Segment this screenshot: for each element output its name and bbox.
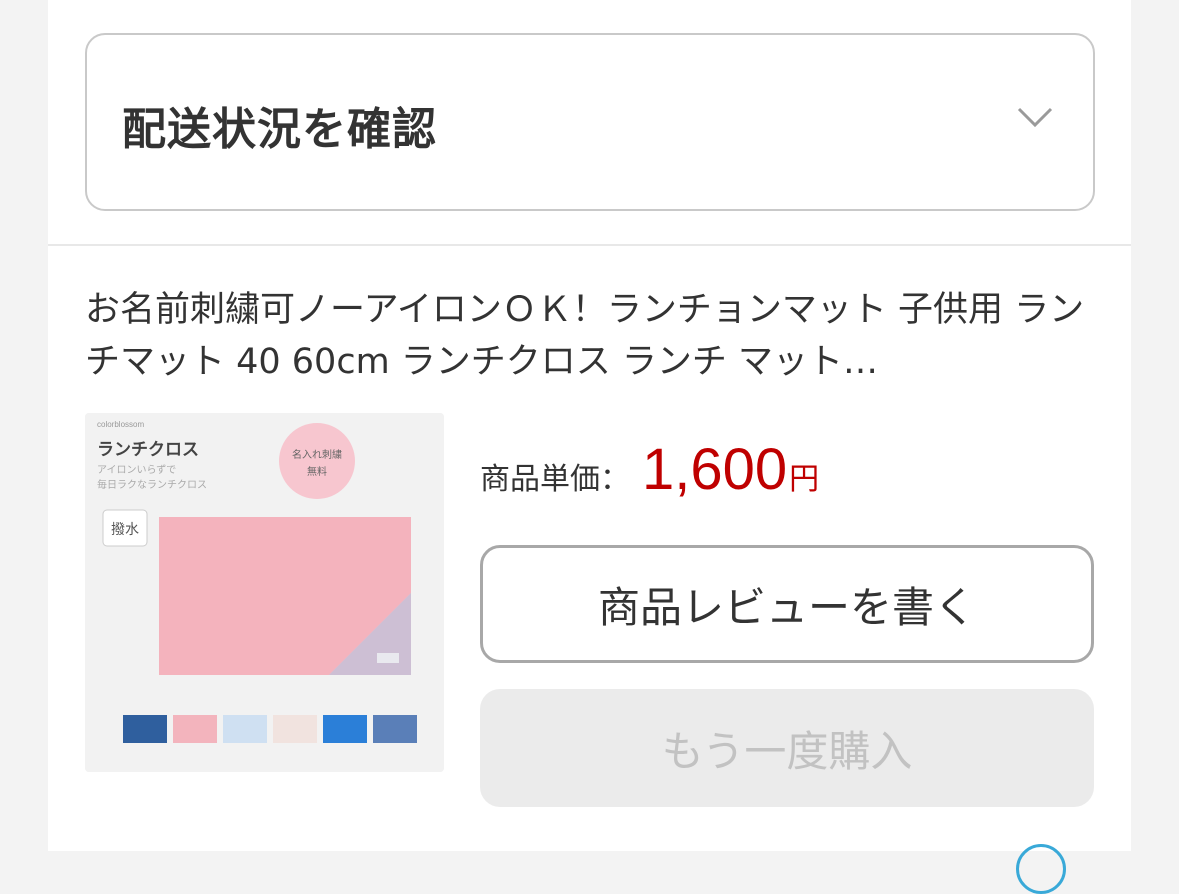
- swatch-5: [323, 715, 367, 743]
- write-review-button[interactable]: 商品レビューを書く: [480, 545, 1094, 663]
- section-divider: [48, 244, 1131, 246]
- thumb-badge-line2: 無料: [307, 465, 327, 478]
- unit-price: 商品単価： 1,600 円: [480, 436, 819, 506]
- shipping-status-accordion[interactable]: 配送状況を確認: [85, 33, 1095, 211]
- shipping-status-title: 配送状況を確認: [122, 104, 437, 155]
- thumb-heading: ランチクロス: [97, 440, 199, 460]
- price-value: 1,600: [642, 437, 788, 502]
- thumb-badge: [279, 423, 355, 499]
- swatch-3: [223, 715, 267, 743]
- thumb-brand: colorblossom: [97, 420, 144, 429]
- thumb-subtext-2: 毎日ラクなランチクロス: [97, 478, 207, 491]
- swatch-1: [123, 715, 167, 743]
- order-card: 配送状況を確認 お名前刺繍可ノーアイロンＯＫ！ランチョンマット 子供用 ランチマ…: [48, 0, 1131, 894]
- swatch-4: [273, 715, 317, 743]
- thumb-water-label: 撥水: [111, 522, 139, 538]
- swatch-6: [373, 715, 417, 743]
- product-image: colorblossom ランチクロス アイロンいらずで 毎日ラクなランチクロス…: [85, 413, 444, 772]
- help-icon[interactable]: [1016, 844, 1066, 894]
- thumb-cloth-tag: [377, 653, 399, 663]
- product-name-link[interactable]: お名前刺繍可ノーアイロンＯＫ！ランチョンマット 子供用 ランチマット 40 60…: [85, 284, 1085, 388]
- product-thumbnail[interactable]: colorblossom ランチクロス アイロンいらずで 毎日ラクなランチクロス…: [85, 413, 444, 772]
- price-unit: 円: [789, 462, 820, 497]
- thumb-badge-line1: 名入れ刺繍: [292, 448, 342, 461]
- thumb-subtext-1: アイロンいらずで: [97, 464, 176, 476]
- buy-again-button[interactable]: もう一度購入: [480, 689, 1094, 807]
- price-label: 商品単価：: [480, 462, 630, 497]
- swatch-2: [173, 715, 217, 743]
- chevron-down-icon: [1017, 107, 1053, 128]
